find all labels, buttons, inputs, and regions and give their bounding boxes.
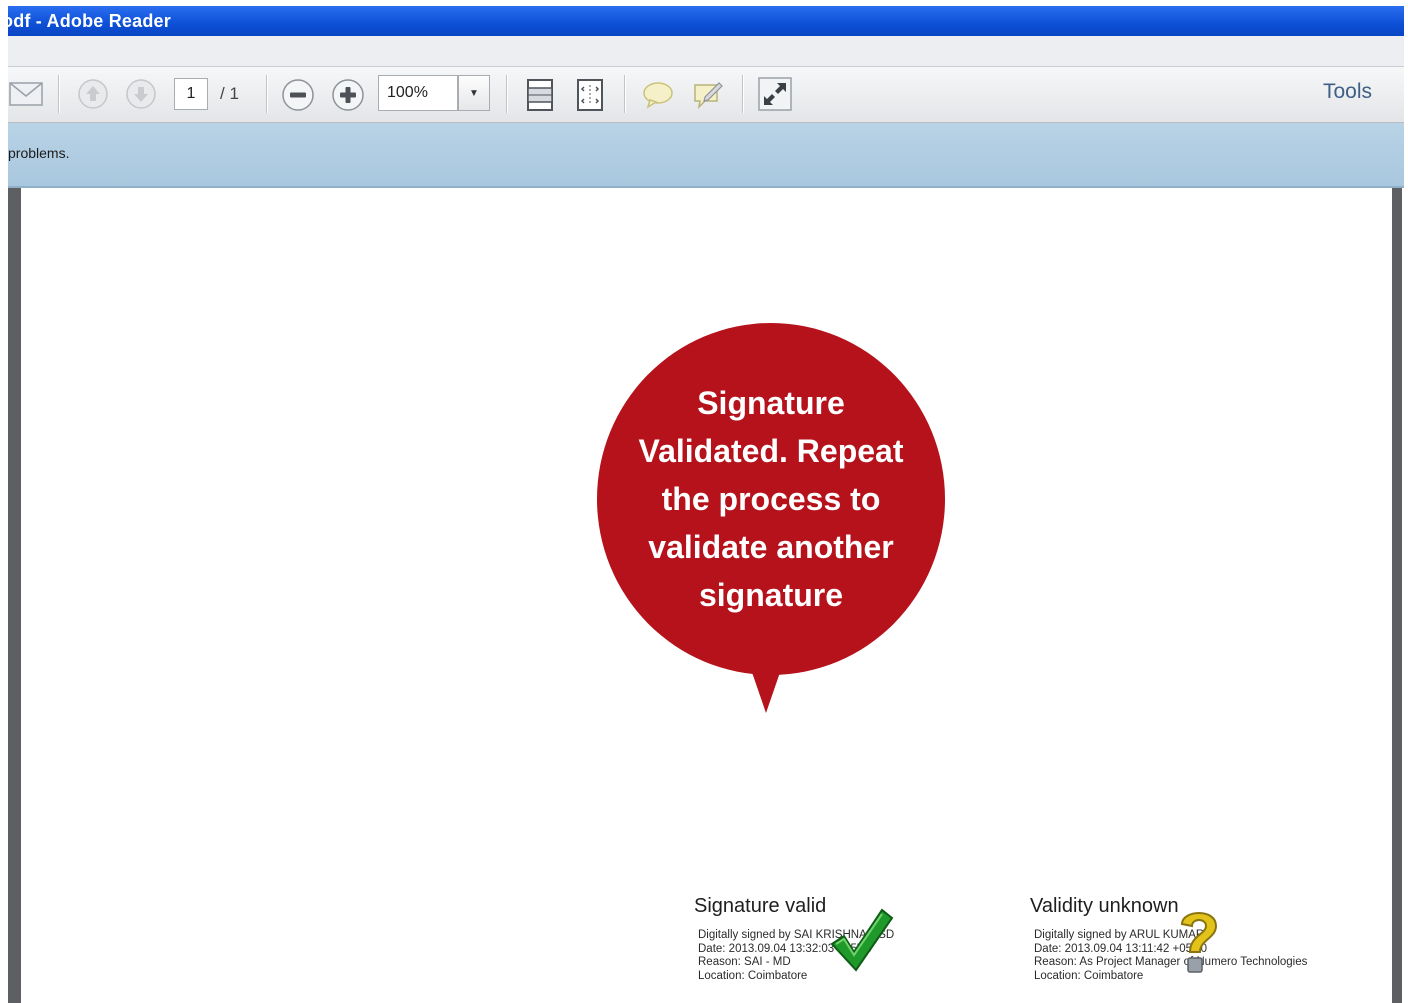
page-border-right	[1392, 188, 1402, 1003]
toolbar: 1 / 1 100% ▼ Tools	[8, 67, 1404, 123]
document-message-bar: problems.	[8, 123, 1404, 188]
question-mark-icon	[1180, 912, 1218, 973]
adobe-reader-window: odf - Adobe Reader 1 / 1 100% ▼ Tools pr…	[2, 0, 1404, 1003]
comment-icon[interactable]	[640, 77, 676, 113]
window-title: odf - Adobe Reader	[2, 10, 171, 31]
next-page-icon[interactable]	[124, 77, 158, 111]
page-border-left	[8, 188, 21, 1003]
title-bar: odf - Adobe Reader	[2, 6, 1404, 36]
page-total: / 1	[220, 84, 239, 103]
previous-page-icon[interactable]	[76, 77, 110, 111]
sign-comment-icon[interactable]	[690, 77, 726, 113]
zoom-in-icon[interactable]	[330, 77, 366, 113]
zoom-out-icon[interactable]	[280, 77, 316, 113]
signature-status: Validity unknown	[1030, 895, 1179, 917]
page-number-input[interactable]: 1	[174, 78, 208, 110]
menu-bar	[8, 36, 1404, 67]
fit-page-icon[interactable]	[522, 77, 558, 113]
full-screen-icon[interactable]	[756, 75, 794, 113]
callout-bubble: Signature Validated. Repeat the process …	[597, 323, 945, 675]
zoom-level-input[interactable]: 100%	[378, 75, 458, 111]
fit-width-icon[interactable]	[572, 77, 608, 113]
message-text: problems.	[8, 145, 70, 161]
chevron-down-icon: ▼	[469, 87, 479, 99]
email-icon[interactable]	[8, 79, 44, 109]
callout-pointer	[746, 655, 786, 713]
green-checkmark-icon	[830, 908, 894, 972]
callout-text: Signature Validated. Repeat the process …	[638, 385, 904, 613]
signature-status: Signature valid	[694, 895, 827, 917]
tools-button[interactable]: Tools	[1323, 80, 1372, 104]
zoom-dropdown-button[interactable]: ▼	[458, 75, 490, 111]
